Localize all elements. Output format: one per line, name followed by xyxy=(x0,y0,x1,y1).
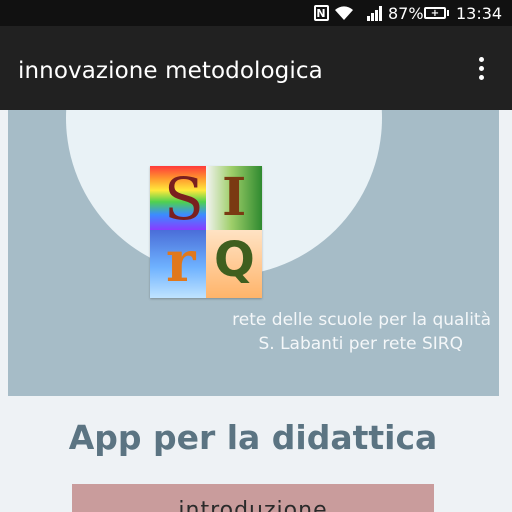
logo-cell-i: I xyxy=(206,166,262,230)
battery-charge-glyph: + xyxy=(430,7,440,19)
battery-icon: + xyxy=(424,0,449,26)
wifi-icon xyxy=(334,0,356,26)
logo-letter-s: S xyxy=(164,166,204,230)
logo-letter-q: Q xyxy=(214,232,255,288)
intro-button[interactable]: introduzione xyxy=(72,484,434,512)
hero-caption: rete delle scuole per la qualità S. Laba… xyxy=(232,308,491,356)
status-bar: N 87% + 13:34 xyxy=(0,0,512,26)
hero-caption-line1: rete delle scuole per la qualità xyxy=(232,310,491,330)
logo-cell-q: Q xyxy=(206,230,262,298)
hero-banner: S I r Q rete delle scuole per la qualità… xyxy=(8,110,499,396)
nfc-label: N xyxy=(313,5,329,21)
signal-icon xyxy=(366,0,386,26)
hero-caption-line2: S. Labanti per rete SIRQ xyxy=(258,334,463,354)
logo-cell-r: r xyxy=(150,230,206,298)
app-title: innovazione metodologica xyxy=(18,58,323,84)
app-bar: innovazione metodologica xyxy=(0,26,512,110)
intro-button-label: introduzione xyxy=(178,498,328,512)
sirq-logo: S I r Q xyxy=(150,166,262,298)
overflow-menu-button[interactable] xyxy=(466,50,496,86)
nfc-icon: N xyxy=(312,0,330,26)
clock: 13:34 xyxy=(456,3,503,23)
logo-cell-s: S xyxy=(150,166,206,230)
more-vert-icon xyxy=(478,56,484,62)
section-title: App per la didattica xyxy=(68,418,438,457)
battery-percent: 87% xyxy=(388,3,424,23)
logo-letter-r: r xyxy=(166,230,196,295)
logo-letter-i: I xyxy=(222,167,247,228)
